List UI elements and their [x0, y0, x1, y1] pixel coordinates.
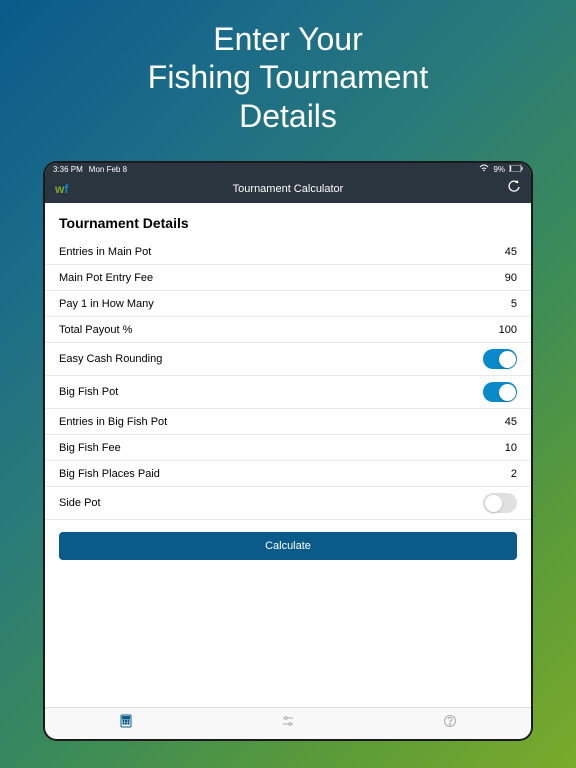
status-bar: 3:36 PM Mon Feb 8 9% — [45, 163, 531, 175]
row-big-fish-places-paid[interactable]: Big Fish Places Paid 2 — [45, 461, 531, 487]
status-date: Mon Feb 8 — [89, 165, 127, 174]
row-label: Big Fish Places Paid — [59, 468, 160, 480]
hero-line-2: Fishing Tournament — [0, 58, 576, 96]
row-pay-1-in-how-many[interactable]: Pay 1 in How Many 5 — [45, 291, 531, 317]
device-screen: 3:36 PM Mon Feb 8 9% wf Tournament Calcu… — [45, 163, 531, 739]
row-label: Total Payout % — [59, 324, 132, 336]
toggle-knob — [485, 495, 502, 512]
wifi-icon — [479, 164, 489, 174]
calculator-icon — [119, 714, 133, 733]
row-entries-main-pot[interactable]: Entries in Main Pot 45 — [45, 239, 531, 265]
section-title: Tournament Details — [45, 203, 531, 239]
row-side-pot: Side Pot — [45, 487, 531, 520]
row-total-payout-pct[interactable]: Total Payout % 100 — [45, 317, 531, 343]
nav-title: Tournament Calculator — [233, 183, 344, 195]
row-label: Easy Cash Rounding — [59, 353, 162, 365]
toggle-side-pot[interactable] — [483, 493, 517, 513]
row-label: Big Fish Fee — [59, 442, 121, 454]
refresh-icon[interactable] — [507, 180, 521, 199]
hero-title: Enter Your Fishing Tournament Details — [0, 0, 576, 161]
row-big-fish-pot: Big Fish Pot — [45, 376, 531, 409]
tab-settings[interactable] — [278, 714, 298, 734]
row-label: Pay 1 in How Many — [59, 298, 154, 310]
row-value: 100 — [499, 324, 517, 336]
calculate-button[interactable]: Calculate — [59, 532, 517, 560]
row-easy-cash-rounding: Easy Cash Rounding — [45, 343, 531, 376]
row-label: Big Fish Pot — [59, 386, 118, 398]
row-label: Side Pot — [59, 497, 101, 509]
sliders-icon — [281, 714, 295, 733]
content-area: Tournament Details Entries in Main Pot 4… — [45, 203, 531, 707]
row-main-pot-entry-fee[interactable]: Main Pot Entry Fee 90 — [45, 265, 531, 291]
row-value: 90 — [505, 272, 517, 284]
row-value: 10 — [505, 442, 517, 454]
row-value: 45 — [505, 416, 517, 428]
row-value: 2 — [511, 468, 517, 480]
tab-help[interactable] — [440, 714, 460, 734]
battery-icon — [509, 165, 523, 174]
row-entries-big-fish-pot[interactable]: Entries in Big Fish Pot 45 — [45, 409, 531, 435]
status-time: 3:36 PM — [53, 165, 83, 174]
row-label: Entries in Main Pot — [59, 246, 151, 258]
hero-line-3: Details — [0, 97, 576, 135]
toggle-knob — [499, 351, 516, 368]
status-right: 9% — [479, 164, 523, 174]
row-label: Entries in Big Fish Pot — [59, 416, 167, 428]
nav-bar: wf Tournament Calculator — [45, 175, 531, 203]
row-label: Main Pot Entry Fee — [59, 272, 153, 284]
row-big-fish-fee[interactable]: Big Fish Fee 10 — [45, 435, 531, 461]
toggle-big-fish-pot[interactable] — [483, 382, 517, 402]
status-left: 3:36 PM Mon Feb 8 — [53, 165, 127, 174]
status-battery: 9% — [493, 165, 505, 174]
app-logo: wf — [55, 182, 68, 196]
hero-line-1: Enter Your — [0, 20, 576, 58]
tab-calculator[interactable] — [116, 714, 136, 734]
toggle-easy-cash-rounding[interactable] — [483, 349, 517, 369]
help-icon — [443, 714, 457, 733]
toggle-knob — [499, 384, 516, 401]
tab-bar — [45, 707, 531, 739]
row-value: 45 — [505, 246, 517, 258]
row-value: 5 — [511, 298, 517, 310]
device-frame: 3:36 PM Mon Feb 8 9% wf Tournament Calcu… — [43, 161, 533, 741]
